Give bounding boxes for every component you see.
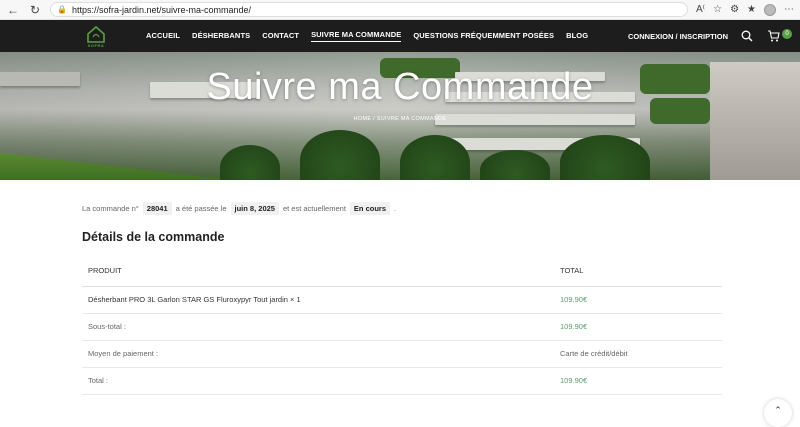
reload-icon[interactable]: ↻	[28, 3, 42, 17]
breadcrumb: HOME / SUIVRE MA COMMANDE	[0, 116, 800, 122]
collections-icon[interactable]: ★	[747, 4, 756, 15]
site-header: SOFRA ACCUEIL DÉSHERBANTS CONTACT SUIVRE…	[0, 20, 800, 52]
row-value: Carte de crédit/débit	[554, 340, 722, 367]
order-text: La commande n°	[82, 204, 139, 213]
read-aloud-icon[interactable]: A⁽	[696, 4, 705, 15]
order-details-title: Détails de la commande	[82, 230, 722, 244]
col-header-product: PRODUIT	[82, 256, 554, 286]
back-icon[interactable]: ←	[6, 3, 20, 17]
row-value: 109.90€	[554, 313, 722, 340]
cart-icon[interactable]: 0	[766, 29, 780, 43]
table-row: Désherbant PRO 3L Garlon STAR GS Fluroxy…	[82, 286, 722, 313]
order-text: et est actuellement	[283, 204, 346, 213]
order-details-table: PRODUIT TOTAL Désherbant PRO 3L Garlon S…	[82, 256, 722, 395]
url-text: https://sofra-jardin.net/suivre-ma-comma…	[72, 5, 251, 15]
hero-banner: Suivre ma Commande HOME / SUIVRE MA COMM…	[0, 52, 800, 180]
row-label: Sous-total :	[82, 313, 554, 340]
order-date: juin 8, 2025	[231, 202, 279, 215]
profile-avatar[interactable]	[764, 4, 776, 16]
order-text: .	[394, 204, 396, 213]
row-value: 109.90€	[554, 367, 722, 394]
chevron-up-icon: ⌃	[774, 405, 782, 416]
breadcrumb-home[interactable]: HOME	[354, 116, 372, 122]
nav-accueil[interactable]: ACCUEIL	[146, 31, 180, 42]
browser-toolbar: ← ↻ 🔒 https://sofra-jardin.net/suivre-ma…	[0, 0, 800, 20]
address-bar[interactable]: 🔒 https://sofra-jardin.net/suivre-ma-com…	[50, 2, 688, 17]
site-logo[interactable]: SOFRA	[84, 22, 108, 50]
page-title: Suivre ma Commande	[0, 66, 800, 109]
table-row: Moyen de paiement : Carte de crédit/débi…	[82, 340, 722, 367]
nav-faq[interactable]: QUESTIONS FRÉQUEMMENT POSÉES	[413, 31, 554, 42]
nav-desherbants[interactable]: DÉSHERBANTS	[192, 31, 250, 42]
breadcrumb-current: SUIVRE MA COMMANDE	[377, 116, 447, 122]
order-text: a été passée le	[176, 204, 227, 213]
row-label: Moyen de paiement :	[82, 340, 554, 367]
product-name-link[interactable]: Désherbant PRO 3L Garlon STAR GS Fluroxy…	[82, 286, 554, 313]
col-header-total: TOTAL	[554, 256, 722, 286]
table-header-row: PRODUIT TOTAL	[82, 256, 722, 286]
lock-icon: 🔒	[57, 5, 67, 14]
order-number: 28041	[143, 202, 172, 215]
extensions-icon[interactable]: ⚙	[730, 4, 739, 15]
breadcrumb-separator: /	[373, 116, 375, 122]
logo-text: SOFRA	[88, 43, 105, 48]
row-value: 109.90€	[554, 286, 722, 313]
scroll-to-top-button[interactable]: ⌃	[764, 399, 792, 427]
login-link[interactable]: CONNEXION / INSCRIPTION	[628, 32, 728, 41]
cart-count-badge: 0	[782, 29, 792, 39]
nav-blog[interactable]: BLOG	[566, 31, 588, 42]
more-icon[interactable]: ⋯	[784, 4, 794, 15]
house-icon	[86, 25, 106, 43]
order-summary: La commande n° 28041 a été passée le jui…	[82, 202, 722, 215]
nav-contact[interactable]: CONTACT	[262, 31, 299, 42]
table-row: Sous-total : 109.90€	[82, 313, 722, 340]
order-content: La commande n° 28041 a été passée le jui…	[0, 180, 800, 395]
favorite-star-icon[interactable]: ☆	[713, 4, 722, 15]
main-nav: ACCUEIL DÉSHERBANTS CONTACT SUIVRE MA CO…	[146, 30, 588, 42]
search-icon[interactable]	[740, 29, 754, 43]
nav-suivre-ma-commande[interactable]: SUIVRE MA COMMANDE	[311, 30, 401, 42]
table-row: Total : 109.90€	[82, 367, 722, 394]
order-status: En cours	[350, 202, 390, 215]
row-label: Total :	[82, 367, 554, 394]
